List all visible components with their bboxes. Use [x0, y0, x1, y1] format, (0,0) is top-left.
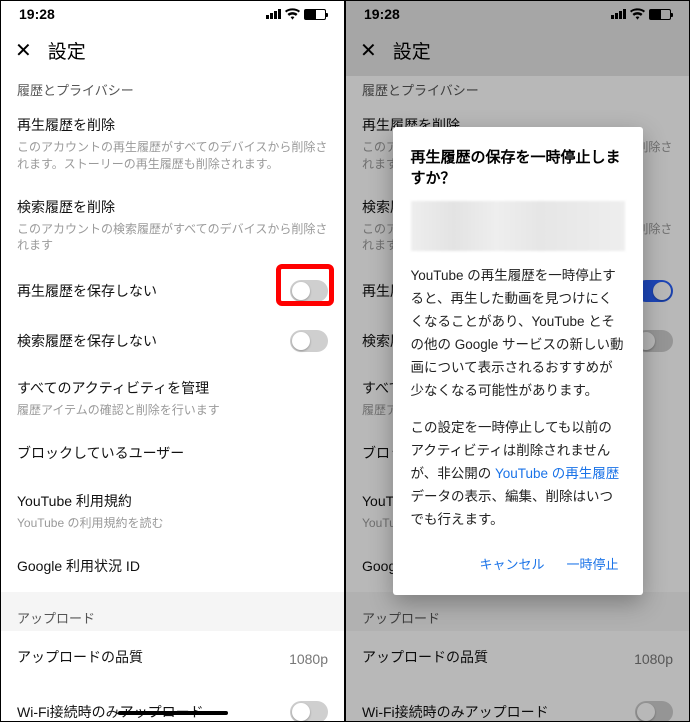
- row-youtube-tos[interactable]: YouTube 利用規約 YouTube の利用規約を読む: [1, 479, 344, 544]
- header: ✕ 設定: [1, 27, 344, 76]
- cancel-button[interactable]: キャンセル: [471, 546, 552, 581]
- row-wifi-only-upload[interactable]: Wi-Fi接続時のみアップロード: [1, 687, 344, 721]
- settings-list[interactable]: 履歴とプライバシー 再生履歴を削除 このアカウントの再生履歴がすべてのデバイスか…: [1, 76, 344, 721]
- dialog-buttons: キャンセル 一時停止: [411, 546, 625, 581]
- signal-icon: [266, 9, 281, 19]
- redacted-block: [411, 201, 625, 251]
- page-title: 設定: [48, 37, 86, 64]
- dialog-body-2: この設定を一時停止しても以前のアクティビティは削除されませんが、非公開の You…: [411, 417, 625, 532]
- row-google-usage-id[interactable]: Google 利用状況 ID: [1, 544, 344, 592]
- section-header-upload: アップロード: [1, 592, 344, 631]
- status-right: [266, 8, 326, 20]
- dialog-body-1: YouTube の再生履歴を一時停止すると、再生した動画を見つけにくくなることが…: [411, 265, 625, 403]
- toggle-wifi-upload[interactable]: [290, 701, 328, 721]
- dialog-title: 再生履歴の保存を一時停止しますか？: [411, 147, 625, 189]
- toggle-pause-search[interactable]: [290, 330, 328, 352]
- row-delete-search-history[interactable]: 検索履歴を削除 このアカウントの検索履歴がすべてのデバイスから削除されます: [1, 185, 344, 267]
- wifi-icon: [285, 8, 300, 20]
- phone-right: 19:28 ✕ 設定 履歴とプライバシー 再生履歴を削除 このアカウントの再生履…: [345, 0, 690, 722]
- dialog-backdrop[interactable]: 再生履歴の保存を一時停止しますか？ YouTube の再生履歴を一時停止すると、…: [346, 1, 689, 721]
- status-time: 19:28: [19, 6, 55, 22]
- row-delete-watch-history[interactable]: 再生履歴を削除 このアカウントの再生履歴がすべてのデバイスから削除されます。スト…: [1, 103, 344, 185]
- row-manage-activity[interactable]: すべてのアクティビティを管理 履歴アイテムの確認と削除を行います: [1, 366, 344, 431]
- home-indicator[interactable]: [118, 711, 228, 715]
- confirm-dialog: 再生履歴の保存を一時停止しますか？ YouTube の再生履歴を一時停止すると、…: [393, 127, 643, 594]
- row-upload-quality[interactable]: アップロードの品質 1080p: [1, 631, 344, 687]
- phone-left: 19:28 ✕ 設定 履歴とプライバシー 再生履歴を削除 このアカウントの再生履…: [0, 0, 345, 722]
- row-blocked-users[interactable]: ブロックしているユーザー: [1, 431, 344, 479]
- section-header-privacy: 履歴とプライバシー: [1, 76, 344, 103]
- status-bar: 19:28: [1, 1, 344, 27]
- upload-quality-value: 1080p: [289, 651, 328, 667]
- battery-icon: [304, 9, 326, 20]
- close-icon[interactable]: ✕: [15, 41, 32, 61]
- pause-button[interactable]: 一時停止: [560, 546, 624, 581]
- row-pause-search-history[interactable]: 検索履歴を保存しない: [1, 316, 344, 366]
- highlight-box-toggle: [276, 264, 334, 306]
- watch-history-link[interactable]: YouTube の再生履歴: [495, 466, 619, 481]
